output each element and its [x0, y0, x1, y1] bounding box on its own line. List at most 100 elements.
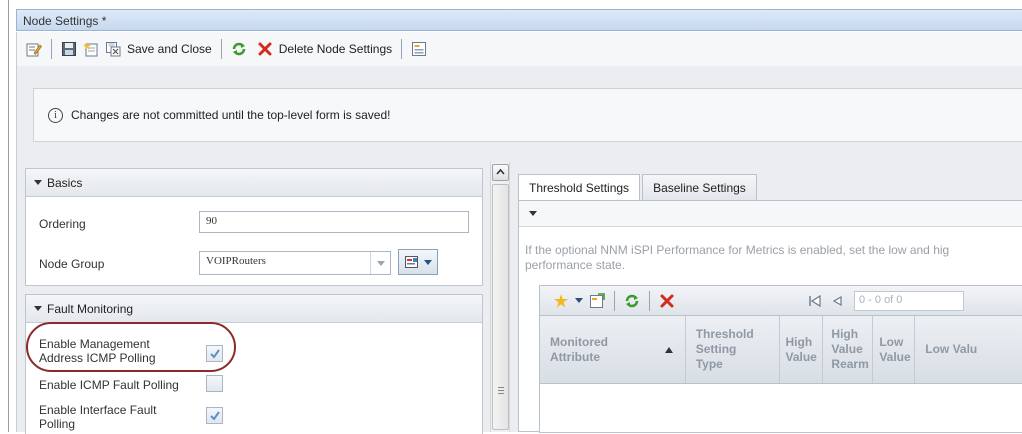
fault-item-label-line: Polling	[39, 417, 76, 431]
ordering-label: Ordering	[39, 217, 86, 231]
chevron-down-icon	[424, 259, 432, 265]
previous-page-button[interactable]	[826, 289, 848, 313]
checkmark-icon	[210, 411, 220, 421]
node-group-select[interactable]: VOIPRouters	[199, 251, 391, 275]
save-and-close-label: Save and Close	[127, 42, 212, 56]
threshold-table: 0 - 0 of 0 Monitored Attribute Threshold S…	[539, 285, 1022, 433]
table-refresh-button[interactable]	[621, 289, 643, 313]
scroll-grip	[498, 387, 504, 388]
fault-item-label-line: Enable ICMP Fault Polling	[39, 378, 179, 392]
scroll-grip	[498, 393, 504, 394]
info-icon: i	[48, 107, 63, 123]
info-message-box: i Changes are not committed until the to…	[33, 88, 1022, 142]
chevron-down-icon	[575, 298, 583, 303]
info-message: Changes are not committed until the top-…	[71, 108, 391, 122]
basics-panel-header[interactable]: Basics	[26, 169, 482, 197]
left-panel-scrollbar[interactable]	[490, 162, 510, 432]
fault-item-label: Enable Interface Fault Polling	[39, 403, 156, 431]
form-options-button[interactable]	[408, 37, 430, 61]
scroll-thumb[interactable]	[492, 184, 509, 430]
toolbar-separator	[220, 39, 222, 59]
basics-header-label: Basics	[47, 175, 83, 190]
fault-monitoring-panel: Fault Monitoring Enable Management Addre…	[25, 294, 483, 434]
fault-item-label-line: Address ICMP Polling	[39, 351, 156, 365]
ordering-value: 90	[206, 215, 217, 227]
save-button[interactable]	[58, 37, 80, 61]
column-header-high-value[interactable]: High Value	[780, 316, 824, 383]
scroll-up-button[interactable]	[492, 164, 509, 181]
table-header-row: Monitored Attribute Threshold Setting Type …	[540, 316, 1022, 384]
table-toolbar: 0 - 0 of 0	[540, 286, 1022, 316]
settings-tabs: Threshold Settings Baseline Settings	[518, 174, 759, 201]
enable-mgmt-icmp-polling-checkbox[interactable]	[206, 345, 223, 362]
delete-node-settings-label: Delete Node Settings	[278, 42, 393, 56]
right-tab-area: Threshold Settings Baseline Settings If …	[510, 162, 1022, 433]
info-area: i Changes are not committed until the to…	[16, 66, 1022, 162]
fault-monitoring-header[interactable]: Fault Monitoring	[26, 295, 482, 323]
pager-value: 0 - 0 of 0	[859, 293, 903, 306]
new-star-icon	[553, 293, 569, 309]
collapse-triangle-icon	[34, 180, 42, 185]
basics-panel: Basics Ordering 90 Node Group VOIPRouter…	[25, 168, 483, 286]
tab-baseline-settings[interactable]: Baseline Settings	[642, 174, 757, 200]
fault-monitoring-header-label: Fault Monitoring	[47, 301, 134, 316]
node-group-actions-button[interactable]	[398, 249, 438, 275]
column-header-high-value-rearm[interactable]: High Value Rearm	[823, 316, 874, 383]
column-header-label: Threshold Setting Type	[695, 327, 754, 371]
toolbar: Save and Close Delete Node Settings	[16, 32, 1022, 66]
open-row-button[interactable]	[586, 289, 608, 313]
description-line: performance state.	[525, 258, 626, 272]
chevron-down-icon	[376, 260, 385, 266]
fault-item-label-line: Enable Interface Fault	[39, 403, 157, 417]
ordering-field[interactable]: 90	[199, 211, 469, 233]
enable-interface-fault-polling-checkbox[interactable]	[206, 407, 223, 424]
floppy-disk-icon	[61, 41, 77, 57]
save-and-new-button[interactable]	[80, 37, 102, 61]
column-header-low-value[interactable]: Low Value	[873, 316, 916, 383]
column-header-threshold-setting-type[interactable]: Threshold Setting Type	[686, 316, 780, 383]
toolbar-separator	[614, 290, 615, 311]
column-header-label: High Value	[785, 334, 817, 364]
column-header-label: High Value Rearm	[831, 327, 869, 371]
threshold-section-header[interactable]	[519, 201, 1022, 227]
column-header-monitored-attribute[interactable]: Monitored Attribute	[540, 316, 686, 383]
column-header-label: Low Value	[879, 334, 911, 364]
left-form-area: Basics Ordering 90 Node Group VOIPRouter…	[16, 162, 490, 434]
pager-field[interactable]: 0 - 0 of 0	[854, 290, 964, 311]
delete-x-icon	[257, 41, 273, 57]
node-group-label: Node Group	[39, 257, 105, 271]
collapse-triangle-icon	[529, 211, 537, 216]
dropdown-arrow[interactable]	[370, 252, 390, 274]
chevron-up-icon	[496, 168, 505, 175]
delete-x-icon	[659, 293, 675, 309]
fault-item-label: Enable ICMP Fault Polling	[39, 378, 179, 392]
edit-form-icon	[26, 41, 42, 57]
edit-form-button[interactable]	[23, 37, 45, 61]
scroll-grip	[498, 390, 504, 391]
description-line: If the optional NNM iSPI Performance for…	[525, 243, 950, 257]
threshold-description: If the optional NNM iSPI Performance for…	[525, 243, 1022, 273]
table-delete-button[interactable]	[656, 289, 678, 313]
first-page-button[interactable]	[804, 289, 826, 313]
window-title: Node Settings *	[23, 14, 107, 28]
threshold-tab-body: If the optional NNM iSPI Performance for…	[518, 200, 1022, 433]
new-row-button[interactable]	[550, 289, 586, 313]
tab-threshold-settings[interactable]: Threshold Settings	[518, 174, 641, 201]
first-page-icon	[807, 293, 823, 309]
save-close-icon	[105, 41, 121, 57]
column-header-label: Monitored Attribute	[550, 334, 608, 364]
delete-node-settings-button[interactable]: Delete Node Settings	[254, 37, 395, 61]
enable-icmp-fault-polling-checkbox[interactable]	[206, 375, 223, 392]
column-header-low-value-rearm[interactable]: Low Valu	[915, 316, 1022, 383]
refresh-button[interactable]	[228, 37, 250, 61]
fault-item-label-line: Enable Management	[39, 337, 150, 351]
save-and-close-button[interactable]: Save and Close	[102, 37, 215, 61]
toolbar-separator	[649, 290, 650, 311]
sort-ascending-icon	[664, 346, 673, 353]
checkmark-icon	[210, 349, 220, 359]
previous-page-icon	[829, 293, 845, 309]
open-form-icon	[589, 292, 605, 309]
new-document-icon	[83, 41, 99, 57]
window-left-border	[8, 0, 9, 432]
refresh-icon	[624, 293, 640, 309]
